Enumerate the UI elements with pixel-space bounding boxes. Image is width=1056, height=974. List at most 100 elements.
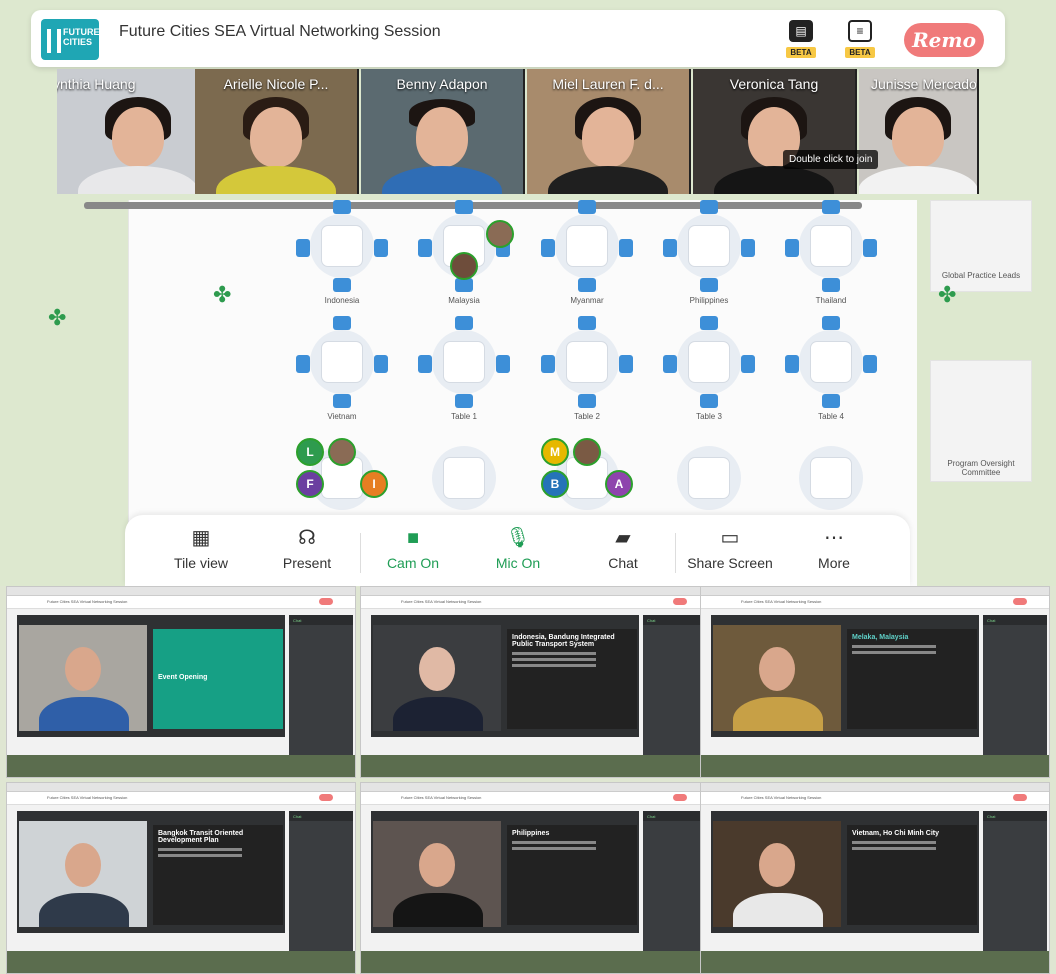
table-row3-1[interactable]: L F I xyxy=(296,432,388,524)
chair xyxy=(333,200,351,214)
chat-button[interactable]: ▰ Chat xyxy=(582,525,664,571)
shared-slide: Vietnam, Ho Chi Minh City xyxy=(847,825,977,925)
table-core xyxy=(811,226,851,266)
participant-avatar[interactable] xyxy=(328,438,356,466)
chair xyxy=(333,316,351,330)
table-core xyxy=(811,458,851,498)
presentation-stage: Bangkok Transit Oriented Development Pla… xyxy=(17,811,285,933)
table-row3-5[interactable] xyxy=(785,432,877,524)
table-1[interactable]: Table 1 xyxy=(418,316,510,421)
chair xyxy=(496,355,510,373)
mini-app-header: Future Cities SEA Virtual Networking Ses… xyxy=(361,792,709,805)
chair xyxy=(822,316,840,330)
board-beta-button[interactable]: ≡ BETA xyxy=(840,20,880,58)
table-label: Table 4 xyxy=(818,412,844,421)
session-screenshot: Future Cities SEA Virtual Networking Ses… xyxy=(700,782,1050,974)
table-core xyxy=(567,226,607,266)
slide-line xyxy=(512,658,596,661)
present-button[interactable]: ☊ Present xyxy=(266,525,348,571)
video-tile[interactable]: Arielle Nicole P... xyxy=(195,69,359,194)
mini-title: Future Cities SEA Virtual Networking Ses… xyxy=(401,795,482,800)
chat-tabs: Chat xyxy=(643,615,707,625)
chair xyxy=(822,278,840,292)
table-3[interactable]: Table 3 xyxy=(663,316,755,421)
participant-name: Veronica Tang xyxy=(729,76,819,92)
mini-title: Future Cities SEA Virtual Networking Ses… xyxy=(741,795,822,800)
tile-view-button[interactable]: ▦ Tile view xyxy=(160,525,242,571)
chat-panel: Chat xyxy=(983,615,1047,755)
presentation-stage: Event Opening xyxy=(17,615,285,737)
participant-avatar[interactable]: F xyxy=(296,470,324,498)
plant-icon: ✤ xyxy=(48,305,67,330)
chat-panel: Chat xyxy=(289,811,353,951)
chair xyxy=(578,200,596,214)
table-malaysia[interactable]: Malaysia xyxy=(418,200,514,305)
participant-name: ynthia Huang xyxy=(57,76,136,92)
participant-avatar[interactable] xyxy=(573,438,601,466)
slide-line xyxy=(512,664,596,667)
table-vietnam[interactable]: Vietnam xyxy=(296,316,388,421)
cam-on-button[interactable]: ■ Cam On xyxy=(372,525,454,571)
mic-on-button[interactable]: 🎙 Mic On xyxy=(477,525,559,571)
presentation-stage: Vietnam, Ho Chi Minh City xyxy=(711,811,979,933)
chair xyxy=(455,200,473,214)
participant-face xyxy=(416,107,468,167)
participant-avatar[interactable] xyxy=(450,252,478,280)
chair xyxy=(418,355,432,373)
slide-title: Bangkok Transit Oriented Development Pla… xyxy=(158,830,244,844)
chair xyxy=(374,239,388,257)
chair xyxy=(541,355,555,373)
participant-avatar[interactable]: B xyxy=(541,470,569,498)
speaker-body xyxy=(733,697,823,731)
speaker-face xyxy=(759,647,795,691)
more-button[interactable]: ⋯ More xyxy=(793,525,875,571)
chair xyxy=(822,200,840,214)
table-myanmar[interactable]: Myanmar xyxy=(541,200,633,305)
video-tile[interactable]: Miel Lauren F. d... xyxy=(527,69,691,194)
shared-slide: Melaka, Malaysia xyxy=(847,629,977,729)
event-header: FUTURE CITIES Future Cities SEA Virtual … xyxy=(31,10,1005,67)
video-tile[interactable]: Veronica Tang xyxy=(693,69,857,194)
mini-bottom-bar xyxy=(701,951,1049,973)
slide-line xyxy=(158,854,242,857)
table-core xyxy=(689,342,729,382)
table-core xyxy=(322,342,362,382)
table-2[interactable]: Table 2 xyxy=(541,316,633,421)
chair xyxy=(700,394,718,408)
event-title: Future Cities SEA Virtual Networking Ses… xyxy=(119,23,441,40)
table-core xyxy=(322,226,362,266)
table-row3-3[interactable]: M B A xyxy=(541,432,633,524)
table-thailand[interactable]: Thailand xyxy=(785,200,877,305)
shared-slide: Indonesia, Bandung Integrated Public Tra… xyxy=(507,629,637,729)
chair xyxy=(741,355,755,373)
participant-avatar[interactable]: A xyxy=(605,470,633,498)
table-indonesia[interactable]: Indonesia xyxy=(296,200,388,305)
table-row3-4[interactable] xyxy=(663,432,755,524)
participant-avatar[interactable]: M xyxy=(541,438,569,466)
chair xyxy=(863,239,877,257)
chair xyxy=(296,355,310,373)
video-tile[interactable]: Benny Adapon xyxy=(361,69,525,194)
chat-panel: Chat xyxy=(643,615,707,755)
video-tile[interactable]: Junisse Mercado xyxy=(859,69,979,194)
speaker-cam xyxy=(19,625,147,731)
share-screen-button[interactable]: ▭ Share Screen xyxy=(687,525,773,571)
participant-avatar[interactable]: L xyxy=(296,438,324,466)
slide-line xyxy=(512,847,596,850)
chair xyxy=(418,239,432,257)
speaker-face xyxy=(65,843,101,887)
side-room-global-practice-leads[interactable]: Global Practice Leads xyxy=(930,200,1032,292)
participant-avatar[interactable] xyxy=(486,220,514,248)
table-row3-2[interactable] xyxy=(418,432,510,524)
table-philippines[interactable]: Philippines xyxy=(663,200,755,305)
chat-tabs: Chat xyxy=(289,615,353,625)
participant-avatar[interactable]: I xyxy=(360,470,388,498)
table-4[interactable]: Table 4 xyxy=(785,316,877,421)
table-core xyxy=(811,342,851,382)
mini-bottom-bar xyxy=(361,951,709,973)
chair xyxy=(333,394,351,408)
side-room-program-oversight[interactable]: Program Oversight Committee xyxy=(930,360,1032,482)
clapper-beta-button[interactable]: ▤ BETA xyxy=(781,20,821,58)
chair xyxy=(455,278,473,292)
session-screenshot: Future Cities SEA Virtual Networking Ses… xyxy=(360,586,710,778)
